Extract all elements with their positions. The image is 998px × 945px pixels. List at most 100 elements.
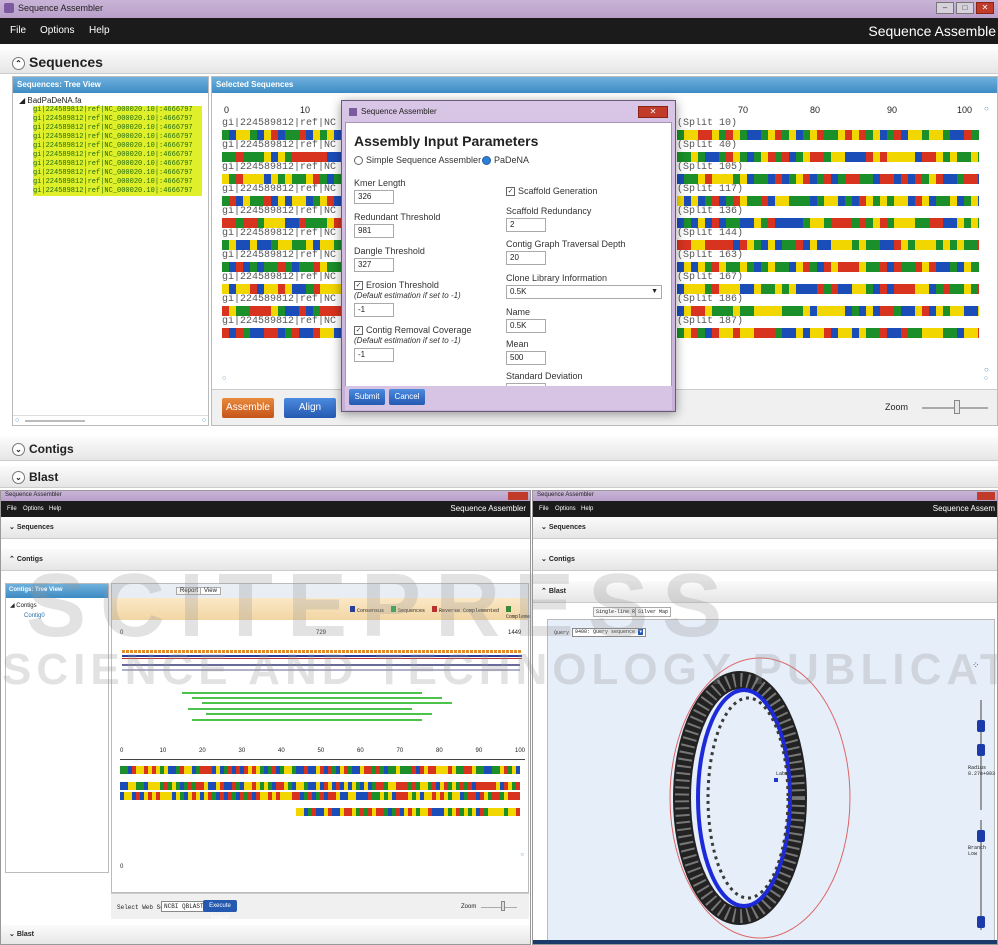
contigs-menu-help[interactable]: Help: [49, 506, 61, 512]
close-icon[interactable]: ✕: [976, 2, 994, 14]
clone-name-input[interactable]: 0.5K: [506, 319, 546, 333]
blast-section-header[interactable]: ⌄ Blast: [0, 466, 998, 488]
maximize-icon[interactable]: □: [956, 2, 974, 14]
scroll-right-icon[interactable]: ○: [202, 417, 206, 424]
scaffold-redundancy-input[interactable]: 2: [506, 218, 546, 232]
contigs-window-title-bar[interactable]: Sequence Assembler: [1, 491, 530, 501]
dialog-close-icon[interactable]: ✕: [638, 106, 668, 118]
tree-item[interactable]: gi|224589812|ref|NC_000020.10|:4666797: [33, 169, 202, 178]
tree-item[interactable]: gi|224589812|ref|NC_000020.10|:4666797: [33, 151, 202, 160]
tree-item[interactable]: gi|224589812|ref|NC_000020.10|:4666797: [33, 160, 202, 169]
base-cell: [894, 240, 901, 250]
blast-window-close-icon[interactable]: [977, 492, 995, 500]
tree-view-panel: Sequences: Tree View ◢ BadPaDeNA.fa gi|2…: [12, 76, 209, 426]
bl-sequences-chevron-icon[interactable]: ⌄: [9, 524, 17, 531]
execute-search-button[interactable]: Execute Search: [203, 900, 237, 921]
blast-menu-options[interactable]: Options: [555, 506, 576, 512]
radio-simple-icon[interactable]: [354, 156, 363, 166]
erosion-checkbox[interactable]: ✓ Erosion Threshold: [354, 280, 439, 291]
bl-zoom-track[interactable]: [481, 907, 517, 908]
cancel-button[interactable]: Cancel: [389, 389, 425, 405]
tree-item[interactable]: gi|224589812|ref|NC_000020.10|:4666797: [33, 115, 202, 124]
contigs-section-header[interactable]: ⌄ Contigs: [0, 437, 998, 461]
tree-item[interactable]: gi|224589812|ref|NC_000020.10|:4666797: [33, 142, 202, 151]
menu-help[interactable]: Help: [89, 25, 110, 36]
tree-horizontal-scrollbar[interactable]: ○ ○: [13, 415, 208, 425]
base-cell: [334, 196, 341, 206]
radio-padena[interactable]: PaDeNA: [482, 155, 529, 166]
bl-blast-section[interactable]: ⌄ Blast: [1, 925, 530, 944]
ruler-right-90: 90: [887, 105, 898, 115]
submit-button[interactable]: Submit: [349, 389, 385, 405]
seq-scroll-left-icon[interactable]: ○: [222, 375, 226, 382]
bl-zoom-thumb[interactable]: [501, 901, 505, 911]
br-sequences-section[interactable]: ⌄ Sequences: [533, 517, 997, 539]
redundant-input[interactable]: 981: [354, 224, 394, 238]
top-title-bar[interactable]: Sequence Assembler – □ ✕: [0, 0, 998, 18]
bl-contigs-chevron-icon[interactable]: ⌃: [9, 556, 17, 563]
tree-item[interactable]: gi|224589812|ref|NC_000020.10|:4666797: [33, 187, 202, 196]
branch-thumb[interactable]: [977, 830, 985, 842]
scaffold-generation-checkbox[interactable]: ✓ Scaffold Generation: [506, 186, 597, 197]
contig-removal-input[interactable]: -1: [354, 348, 394, 362]
scaffold-check-icon[interactable]: ✓: [506, 187, 515, 197]
align-button[interactable]: Align: [284, 398, 336, 418]
tree-item[interactable]: gi|224589812|ref|NC_000020.10|:4666797: [33, 124, 202, 133]
scroll-up-icon[interactable]: ○: [984, 104, 989, 113]
traversal-depth-input[interactable]: 20: [506, 251, 546, 265]
tree-item[interactable]: gi|224589812|ref|NC_000020.10|:4666797: [33, 133, 202, 142]
clone-library-select[interactable]: 0.5K ▼: [506, 285, 662, 299]
contig-scroll-down-icon[interactable]: ○: [520, 852, 524, 858]
seq-vertical-scroll-down-icon[interactable]: ○: [984, 365, 989, 374]
erosion-check-icon[interactable]: ✓: [354, 281, 363, 291]
sequences-section-header[interactable]: ⌃ Sequences: [0, 50, 998, 74]
blast-menu-help[interactable]: Help: [581, 506, 593, 512]
radio-padena-icon[interactable]: [482, 156, 491, 166]
menu-options[interactable]: Options: [40, 25, 74, 36]
contig-removal-check-icon[interactable]: ✓: [354, 326, 363, 336]
bl-sequences-label: Sequences: [16, 524, 54, 531]
contigs-window-close-icon[interactable]: [508, 492, 528, 500]
base-cell: [880, 306, 887, 316]
blast-menu-file[interactable]: File: [539, 506, 549, 512]
minimize-icon[interactable]: –: [936, 2, 954, 14]
branch-thumb-2[interactable]: [977, 916, 985, 928]
base-cell: [299, 218, 306, 228]
bl-blast-chevron-icon[interactable]: ⌄: [9, 931, 17, 938]
scroll-thumb[interactable]: [25, 420, 85, 422]
base-cell: [775, 174, 782, 184]
base-cell: [733, 130, 740, 140]
radius-thumb[interactable]: [977, 720, 985, 732]
kmer-input[interactable]: 326: [354, 190, 394, 204]
expand-blast-icon[interactable]: ⌄: [12, 471, 25, 485]
mean-input[interactable]: 500: [506, 351, 546, 365]
dangle-input[interactable]: 327: [354, 258, 394, 272]
menu-file[interactable]: File: [10, 25, 26, 36]
bl-sequences-section[interactable]: ⌄ Sequences: [1, 517, 530, 539]
zoom-slider-thumb[interactable]: [954, 400, 960, 414]
dialog-title-bar[interactable]: Sequence Assembler ✕: [345, 104, 672, 122]
scroll-left-icon[interactable]: ○: [15, 417, 19, 424]
radio-simple-assembler[interactable]: Simple Sequence Assembler: [354, 155, 481, 166]
expand-contigs-icon[interactable]: ⌄: [12, 443, 25, 457]
assemble-button[interactable]: Assemble: [222, 398, 274, 418]
branch-label: Branch Low: [968, 845, 987, 857]
tree-item[interactable]: gi|224589812|ref|NC_000020.10|:4666797: [33, 106, 202, 115]
base-strip: [677, 262, 979, 272]
tree-item[interactable]: gi|224589812|ref|NC_000020.10|:4666797: [33, 178, 202, 187]
tree-root[interactable]: ◢ BadPaDeNA.fa: [19, 96, 202, 105]
contigs-menu-options[interactable]: Options: [23, 506, 44, 512]
erosion-input[interactable]: -1: [354, 303, 394, 317]
collapse-icon[interactable]: ⌃: [12, 56, 25, 70]
dropdown-arrow-icon[interactable]: ▼: [651, 286, 658, 298]
base-cell: [684, 240, 691, 250]
contigs-menu-file[interactable]: File: [7, 506, 17, 512]
br-sequences-chevron-icon[interactable]: ⌄: [541, 524, 549, 531]
blast-window-title-bar[interactable]: Sequence Assembler: [533, 491, 997, 501]
base-cell: [222, 284, 229, 294]
seq-scroll-right-icon[interactable]: ○: [984, 375, 988, 382]
base-cell: [712, 196, 719, 206]
contig-removal-checkbox[interactable]: ✓ Contig Removal Coverage: [354, 325, 472, 336]
base-cell: [264, 284, 271, 294]
radius-thumb-2[interactable]: [977, 744, 985, 756]
